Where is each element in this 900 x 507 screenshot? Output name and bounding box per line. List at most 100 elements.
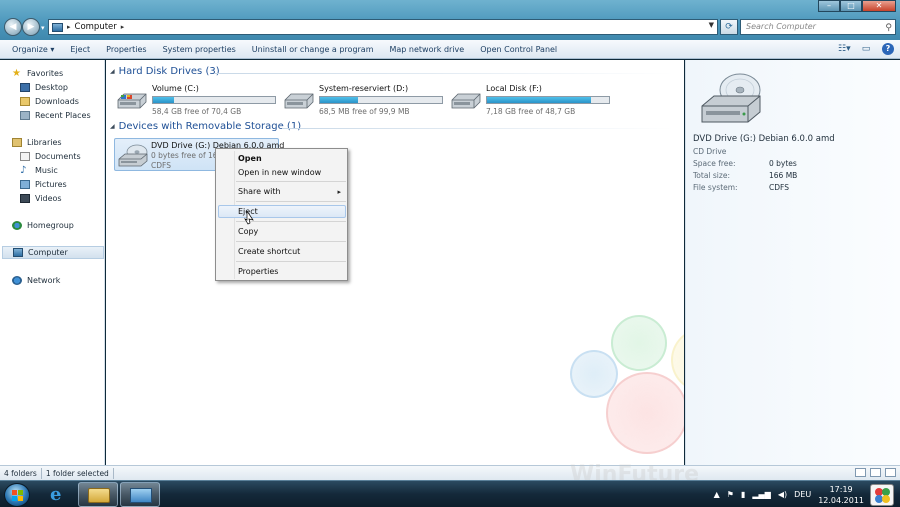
nav-label: Downloads	[35, 97, 79, 106]
menu-item-open[interactable]: Open	[238, 154, 262, 163]
change-view-icon[interactable]: ☷▾	[838, 44, 851, 55]
refresh-button[interactable]: ⟳	[720, 19, 738, 35]
refresh-icon: ⟳	[725, 22, 733, 32]
menu-item-open-new-window[interactable]: Open in new window	[238, 168, 321, 177]
status-selection: 1 folder selected	[42, 467, 114, 479]
nav-network[interactable]: Network	[12, 274, 60, 287]
menu-item-create-shortcut[interactable]: Create shortcut	[238, 247, 300, 256]
drive-file-system: CDFS	[151, 161, 171, 170]
nav-computer[interactable]: Computer	[2, 246, 104, 259]
network-signal-icon[interactable]: ▂▄▆	[752, 490, 770, 499]
nav-label: Pictures	[35, 180, 67, 189]
system-tray: ▲ ⚑ ▮ ▂▄▆ ◀) DEU 17:19 12.04.2011	[714, 481, 864, 507]
menu-item-properties[interactable]: Properties	[238, 267, 278, 276]
taskbar-windows-explorer[interactable]	[78, 482, 118, 507]
power-icon[interactable]: ▮	[741, 490, 745, 499]
capacity-bar	[152, 96, 276, 104]
volume-icon[interactable]: ◀)	[778, 490, 787, 499]
details-title: DVD Drive (G:) Debian 6.0.0 amd	[693, 134, 835, 144]
preview-pane-icon[interactable]: ▭	[860, 44, 872, 55]
star-icon: ★	[12, 68, 21, 79]
windows-logo-icon	[12, 490, 23, 501]
clock-time: 17:19	[829, 484, 853, 494]
details-view-icon[interactable]	[855, 468, 866, 477]
taskbar-internet-explorer[interactable]: e	[40, 482, 80, 507]
organize-button[interactable]: Organize ▾	[0, 45, 62, 54]
nav-recent-places[interactable]: Recent Places	[20, 109, 91, 122]
close-button[interactable]: ✕	[862, 0, 896, 12]
system-properties-button[interactable]: System properties	[155, 45, 244, 54]
total-size-label: Total size:	[693, 171, 730, 180]
address-bar[interactable]: ▸ Computer ▸ ▼	[48, 19, 718, 35]
desktop-icon	[20, 83, 30, 92]
show-hidden-icons-icon[interactable]: ▲	[714, 490, 720, 499]
map-network-drive-button[interactable]: Map network drive	[382, 45, 473, 54]
nav-libraries[interactable]: Libraries	[12, 136, 62, 149]
group-title: Hard Disk Drives (3)	[118, 66, 220, 77]
properties-button[interactable]: Properties	[98, 45, 154, 54]
nav-label: Documents	[35, 152, 81, 161]
collapse-triangle-icon[interactable]: ◢	[110, 123, 115, 130]
drive-system-reserved-d[interactable]: System-reserviert (D:) 68,5 MB free of 9…	[283, 84, 453, 124]
drive-name: Volume (C:)	[152, 84, 199, 93]
videos-icon	[20, 194, 30, 203]
total-size-value: 166 MB	[769, 171, 798, 180]
collapse-triangle-icon[interactable]: ◢	[110, 68, 115, 75]
nav-documents[interactable]: Documents	[20, 150, 81, 163]
nav-music[interactable]: ♪ Music	[20, 164, 58, 177]
space-free-label: Space free:	[693, 159, 736, 168]
chevron-right-icon[interactable]: ▸	[67, 23, 71, 31]
nav-favorites[interactable]: ★ Favorites	[12, 67, 63, 80]
chevron-right-icon[interactable]: ▸	[121, 23, 125, 31]
address-dropdown-icon[interactable]: ▼	[709, 21, 714, 29]
drive-volume-c[interactable]: Volume (C:) 58,4 GB free of 70,4 GB	[116, 84, 286, 124]
help-icon[interactable]: ?	[882, 43, 894, 55]
nav-downloads[interactable]: Downloads	[20, 95, 79, 108]
taskbar-control-panel[interactable]	[120, 482, 160, 507]
arrow-right-icon: ▶	[27, 22, 35, 32]
show-desktop-button[interactable]	[870, 484, 894, 506]
drive-name: Local Disk (F:)	[486, 84, 542, 93]
language-indicator[interactable]: DEU	[794, 490, 811, 499]
tiles-view-icon[interactable]	[870, 468, 881, 477]
capacity-bar	[319, 96, 443, 104]
clock[interactable]: 17:19 12.04.2011	[818, 484, 864, 506]
uninstall-program-button[interactable]: Uninstall or change a program	[244, 45, 382, 54]
pictures-icon	[20, 180, 30, 189]
drive-local-disk-f[interactable]: Local Disk (F:) 7,18 GB free of 48,7 GB	[450, 84, 620, 124]
recent-pages-dropdown[interactable]: ▾	[41, 24, 48, 32]
eject-button[interactable]: Eject	[62, 45, 98, 54]
nav-homegroup[interactable]: Homegroup	[12, 219, 74, 232]
nav-videos[interactable]: Videos	[20, 192, 62, 205]
watermark-bubble	[570, 350, 618, 398]
start-button[interactable]	[4, 483, 30, 507]
folder-icon	[88, 488, 110, 503]
group-header-removable[interactable]: ◢ Devices with Removable Storage (1)	[110, 121, 301, 132]
menu-item-share-with[interactable]: Share with	[238, 187, 281, 196]
network-icon	[12, 276, 22, 285]
nav-desktop[interactable]: Desktop	[20, 81, 68, 94]
large-icons-view-icon[interactable]	[885, 468, 896, 477]
minimize-button[interactable]: –	[818, 0, 840, 12]
nav-pictures[interactable]: Pictures	[20, 178, 67, 191]
nav-label: Music	[35, 166, 58, 175]
back-button[interactable]: ◀	[4, 18, 22, 36]
documents-icon	[20, 152, 30, 161]
search-input[interactable]: Search Computer ⚲	[740, 19, 896, 35]
menu-separator	[236, 261, 346, 262]
search-icon[interactable]: ⚲	[885, 21, 892, 35]
submenu-arrow-icon: ▸	[337, 188, 341, 196]
computer-icon	[13, 248, 23, 257]
downloads-icon	[20, 97, 30, 106]
open-control-panel-button[interactable]: Open Control Panel	[472, 45, 565, 54]
file-system-label: File system:	[693, 183, 738, 192]
maximize-button[interactable]: □	[840, 0, 862, 12]
menu-separator	[236, 181, 346, 182]
music-icon: ♪	[20, 165, 27, 176]
search-placeholder: Search Computer	[746, 22, 816, 31]
action-center-flag-icon[interactable]: ⚑	[727, 490, 734, 499]
forward-button[interactable]: ▶	[22, 18, 40, 36]
breadcrumb-computer[interactable]: Computer	[75, 22, 117, 32]
group-header-hard-disks[interactable]: ◢ Hard Disk Drives (3)	[110, 66, 220, 77]
menu-item-copy[interactable]: Copy	[238, 227, 258, 236]
